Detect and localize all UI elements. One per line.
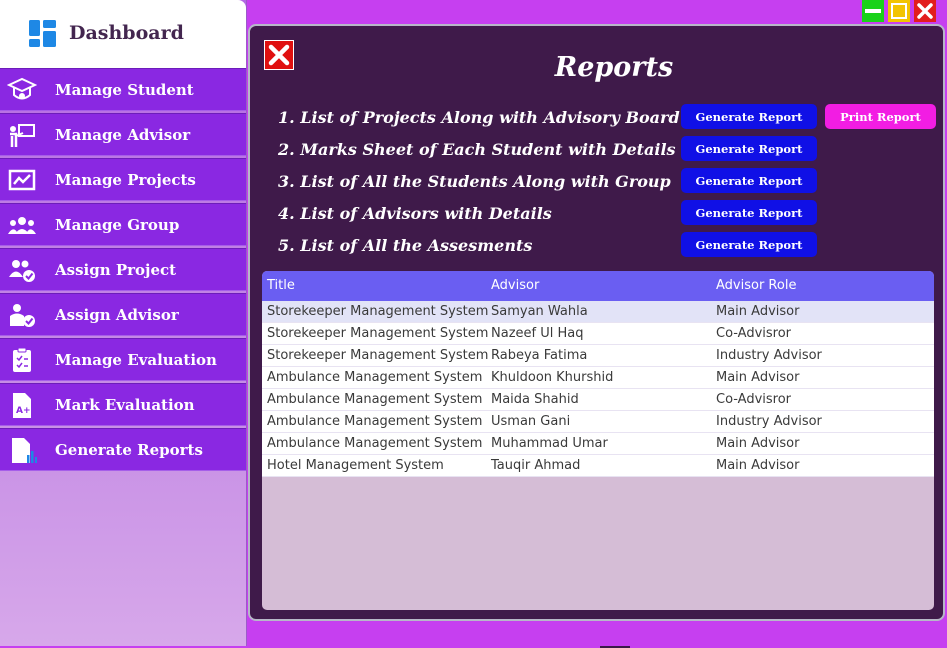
sidebar-item-mark-evaluation[interactable]: A+ Mark Evaluation (0, 383, 246, 426)
cell-title: Ambulance Management System (267, 392, 483, 407)
sidebar-item-manage-evaluation[interactable]: Manage Evaluation (0, 338, 246, 381)
cell-advisor-role: Main Advisor (716, 370, 800, 385)
table-row[interactable]: Storekeeper Management System Nazeef Ul … (262, 323, 934, 345)
group-icon (8, 217, 36, 234)
cell-advisor-role: Co-Advisror (716, 392, 792, 407)
sidebar-header[interactable]: Dashboard (0, 0, 246, 68)
sidebar-item-label: Manage Group (55, 216, 180, 234)
table-row[interactable]: Ambulance Management System Usman Gani I… (262, 411, 934, 433)
sidebar-item-label: Manage Student (55, 81, 194, 99)
cell-title: Ambulance Management System (267, 414, 483, 429)
report-label: 2. Marks Sheet of Each Student with Deta… (278, 140, 676, 159)
report-label: 3. List of All the Students Along with G… (278, 172, 671, 191)
sidebar-item-assign-advisor[interactable]: Assign Advisor (0, 293, 246, 336)
cell-advisor-role: Main Advisor (716, 458, 800, 473)
table-header: Title Advisor Advisor Role (262, 271, 934, 301)
reports-panel: Reports 1. List of Projects Along with A… (248, 24, 945, 621)
table-row[interactable]: Ambulance Management System Khuldoon Khu… (262, 367, 934, 389)
generate-report-button-2[interactable]: Generate Report (681, 136, 817, 161)
cell-advisor: Maida Shahid (491, 392, 579, 407)
page-title: Reports (554, 52, 674, 83)
sidebar-item-label: Manage Advisor (55, 126, 191, 144)
close-window-button[interactable] (914, 0, 936, 22)
report-label: 5. List of All the Assesments (278, 236, 533, 255)
report-label: 1. List of Projects Along with Advisory … (278, 108, 680, 127)
generate-report-button-4[interactable]: Generate Report (681, 200, 817, 225)
cell-advisor-role: Main Advisor (716, 304, 800, 319)
column-header-advisor[interactable]: Advisor (491, 271, 539, 301)
sidebar-item-label: Mark Evaluation (55, 396, 195, 414)
clipboard-icon (13, 347, 31, 372)
table-row[interactable]: Hotel Management System Tauqir Ahmad Mai… (262, 455, 934, 477)
sidebar-item-label: Generate Reports (55, 441, 203, 459)
maximize-button[interactable] (888, 0, 910, 22)
close-icon (917, 3, 933, 19)
graduation-cap-icon (7, 77, 37, 100)
projects-chart-icon (8, 169, 36, 191)
cell-advisor-role: Industry Advisor (716, 348, 822, 363)
cell-advisor: Nazeef Ul Haq (491, 326, 584, 341)
cell-advisor: Usman Gani (491, 414, 571, 429)
sidebar-item-generate-reports[interactable]: Generate Reports (0, 428, 246, 471)
cell-title: Storekeeper Management System (267, 348, 489, 363)
table-row[interactable]: Ambulance Management System Muhammad Uma… (262, 433, 934, 455)
presenter-icon (10, 124, 35, 147)
generate-report-button-5[interactable]: Generate Report (681, 232, 817, 257)
generate-report-button-3[interactable]: Generate Report (681, 168, 817, 193)
cell-advisor-role: Industry Advisor (716, 414, 822, 429)
report-file-icon (12, 438, 37, 463)
sidebar-item-manage-student[interactable]: Manage Student (0, 68, 246, 111)
cell-advisor-role: Main Advisor (716, 436, 800, 451)
sidebar-item-label: Assign Project (55, 261, 177, 279)
sidebar-item-assign-project[interactable]: Assign Project (0, 248, 246, 291)
table-row[interactable]: Storekeeper Management System Rabeya Fat… (262, 345, 934, 367)
column-header-advisor-role[interactable]: Advisor Role (716, 271, 796, 301)
svg-text:A+: A+ (16, 406, 31, 416)
cell-title: Hotel Management System (267, 458, 444, 473)
cell-advisor-role: Co-Advisror (716, 326, 792, 341)
sidebar-item-manage-group[interactable]: Manage Group (0, 203, 246, 246)
report-label: 4. List of Advisors with Details (278, 204, 552, 223)
cell-advisor: Tauqir Ahmad (491, 458, 581, 473)
column-header-title[interactable]: Title (267, 271, 295, 301)
report-table[interactable]: Title Advisor Advisor Role Storekeeper M… (262, 271, 934, 610)
minimize-button[interactable] (862, 0, 884, 22)
dashboard-icon (29, 20, 56, 47)
cell-advisor: Muhammad Umar (491, 436, 608, 451)
table-row[interactable]: Ambulance Management System Maida Shahid… (262, 389, 934, 411)
print-report-button[interactable]: Print Report (825, 104, 936, 129)
cell-advisor: Samyan Wahla (491, 304, 588, 319)
cell-title: Storekeeper Management System (267, 326, 489, 341)
generate-report-button-1[interactable]: Generate Report (681, 104, 817, 129)
cell-advisor: Rabeya Fatima (491, 348, 588, 363)
cell-title: Storekeeper Management System (267, 304, 489, 319)
users-check-icon (9, 260, 35, 282)
sidebar-item-manage-projects[interactable]: Manage Projects (0, 158, 246, 201)
sidebar-item-label: Assign Advisor (55, 306, 179, 324)
cell-title: Ambulance Management System (267, 436, 483, 451)
grade-file-icon: A+ (13, 393, 31, 418)
cell-title: Ambulance Management System (267, 370, 483, 385)
sidebar: Dashboard Manage Student Manage Advisor … (0, 0, 247, 646)
table-row[interactable]: Storekeeper Management System Samyan Wah… (262, 301, 934, 323)
cell-advisor: Khuldoon Khurshid (491, 370, 614, 385)
sidebar-item-manage-advisor[interactable]: Manage Advisor (0, 113, 246, 156)
sidebar-item-label: Manage Projects (55, 171, 196, 189)
sidebar-item-label: Manage Evaluation (55, 351, 217, 369)
dashboard-title: Dashboard (69, 22, 184, 44)
user-check-icon (10, 304, 35, 327)
